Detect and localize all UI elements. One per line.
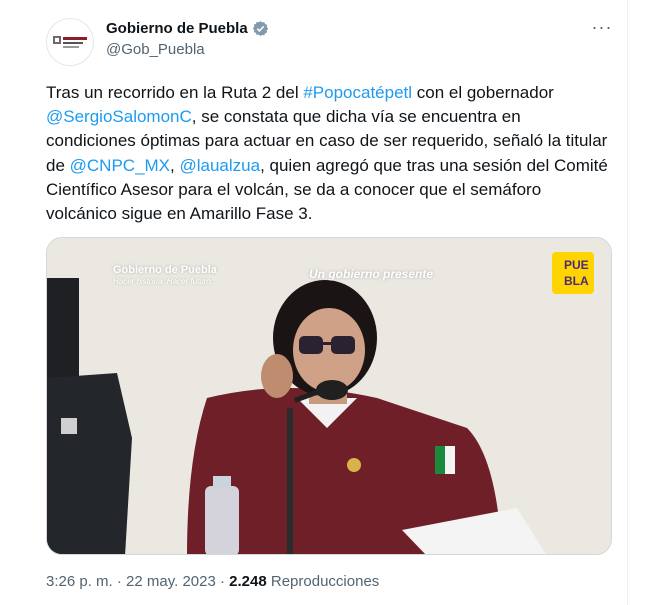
author-avatar[interactable] [46,18,94,66]
author-name-row: Gobierno de Puebla [106,20,269,37]
video-overlay-slogan: Hacer historia. Hacer futuro. [113,277,214,286]
tweet-meta: 3:26 p. m. · 22 may. 2023 · 2.248 Reprod… [46,573,379,590]
verified-badge-icon [252,21,268,36]
mention-sergiosalomonc-link[interactable]: @SergioSalomonC [46,107,192,126]
author-handle[interactable]: @Gob_Puebla [106,41,205,58]
views-label: Reproducciones [266,573,380,590]
puebla-logo-top: PUE [564,258,589,272]
tweet-text: Tras un recorrido en la Ruta 2 del #Popo… [46,81,608,226]
mention-cnpc-mx-link[interactable]: @CNPC_MX [70,156,170,175]
video-media[interactable]: Gobierno de Puebla Hacer historia. Hacer… [46,237,612,555]
tweet-card: Gobierno de Puebla @Gob_Puebla ··· Tras … [0,0,628,605]
gobierno-puebla-logo-icon [53,36,87,48]
puebla-logo-bottom: BLA [564,274,589,288]
text-segment: con el gobernador [412,83,554,102]
author-display-name[interactable]: Gobierno de Puebla [106,20,248,37]
video-overlay-brand: Gobierno de Puebla [113,264,217,276]
mention-laualzua-link[interactable]: @laualzua [179,156,260,175]
video-overlay-center-text: Un gobierno presente [309,267,434,281]
views-count: 2.248 [229,573,267,590]
puebla-logo-icon: PUE BLA [552,252,594,294]
tweet-date[interactable]: 22 may. 2023 [126,573,216,590]
meta-separator: · [215,573,230,590]
text-segment: Tras un recorrido en la Ruta 2 del [46,83,304,102]
more-options-icon[interactable]: ··· [588,18,616,40]
tweet-time[interactable]: 3:26 p. m. [46,573,113,590]
meta-separator: · [112,573,127,590]
hashtag-popocatepetl-link[interactable]: #Popocatépetl [303,83,412,102]
